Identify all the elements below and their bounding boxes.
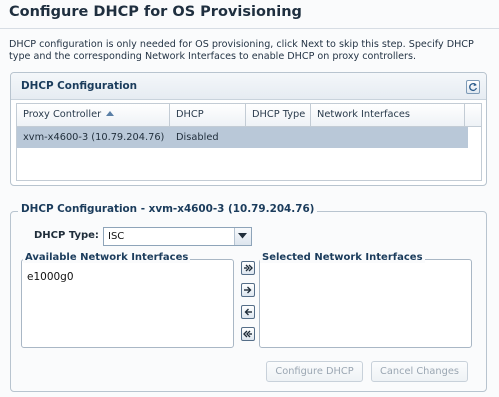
dhcp-type-select[interactable]: ISC [103, 227, 252, 246]
detail-legend: DHCP Configuration - xvm-x4600-3 (10.79.… [18, 203, 318, 215]
column-header-dhcp[interactable]: DHCP [170, 104, 246, 126]
panel-header: DHCP Configuration [11, 73, 486, 100]
move-all-left-icon[interactable] [241, 327, 255, 341]
configure-dhcp-button[interactable]: Configure DHCP [266, 361, 363, 382]
selected-interfaces-list[interactable] [259, 259, 472, 348]
column-header-proxy-controller[interactable]: Proxy Controller [17, 104, 170, 126]
column-header-network-interfaces[interactable]: Network Interfaces [311, 104, 465, 126]
cell-proxy-controller: xvm-x4600-3 (10.79.204.76) [23, 132, 165, 143]
column-header-dhcp-type[interactable]: DHCP Type [246, 104, 311, 126]
chevron-down-icon[interactable] [234, 228, 251, 245]
move-all-right-icon[interactable] [241, 261, 255, 275]
table-row[interactable]: xvm-x4600-3 (10.79.204.76) Disabled [17, 127, 468, 148]
available-interfaces-label: Available Network Interfaces [23, 252, 191, 263]
dhcp-type-label: DHCP Type: [34, 230, 99, 241]
move-left-icon[interactable] [241, 305, 255, 319]
sort-ascending-icon [106, 111, 115, 116]
cell-dhcp: Disabled [176, 132, 219, 143]
cancel-changes-button[interactable]: Cancel Changes [371, 361, 468, 382]
selected-interfaces-label: Selected Network Interfaces [260, 252, 425, 263]
title-divider [0, 28, 499, 29]
refresh-icon[interactable] [466, 80, 480, 94]
dhcp-type-value: ISC [108, 231, 125, 242]
panel-title: DHCP Configuration [21, 80, 138, 92]
cell-dhcp-type [246, 127, 252, 148]
table-header: Proxy Controller DHCP DHCP Type Network … [17, 104, 481, 127]
list-item[interactable]: e1000g0 [27, 271, 74, 283]
intro-text: DHCP configuration is only needed for OS… [9, 39, 474, 62]
cell-network-interfaces [311, 127, 317, 148]
proxy-controller-table: Proxy Controller DHCP DHCP Type Network … [16, 103, 482, 181]
page-title: Configure DHCP for OS Provisioning [9, 4, 302, 20]
move-right-icon[interactable] [241, 283, 255, 297]
dhcp-configuration-panel: DHCP Configuration Proxy Controller DHCP… [10, 72, 487, 186]
